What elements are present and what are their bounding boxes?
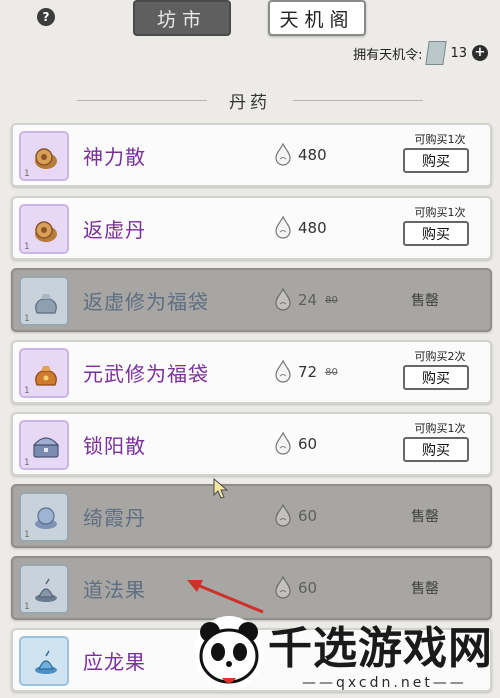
fruit-icon — [19, 636, 69, 686]
token-count: 13 — [450, 45, 467, 61]
shop-item: 1 绮霞丹 60 售罄 — [11, 484, 492, 548]
tab-tianji-pavilion[interactable]: 天机阁 — [268, 0, 366, 36]
item-name: 道法果 — [83, 577, 146, 602]
item-price: 480 — [274, 198, 327, 258]
item-price: 480 — [274, 125, 327, 185]
shop-item: 1 锁阳散 60 可购买1次 购买 — [11, 412, 492, 476]
item-name: 锁阳散 — [83, 433, 146, 458]
spirit-stone-icon — [275, 432, 291, 455]
shop-item: 1 神力散 480 可购买1次 购买 — [11, 123, 492, 187]
spirit-stone-icon — [275, 143, 291, 166]
item-price: 60 — [274, 486, 317, 546]
section-header: 丹药 — [0, 86, 500, 114]
purchase-limit: 可购买2次 — [414, 350, 466, 363]
snail-icon: 1 — [19, 204, 69, 254]
buy-button[interactable]: 购买 — [403, 437, 469, 462]
token-label: 拥有天机令: — [353, 47, 423, 63]
watermark-text: 千选游戏网 — [268, 623, 493, 674]
pill-icon: 1 — [19, 492, 69, 542]
spirit-stone-icon — [275, 504, 291, 527]
sold-out-label: 售罄 — [411, 509, 439, 525]
watermark-url: ——qxcdn.net—— — [302, 675, 467, 691]
help-icon[interactable]: ? — [37, 8, 55, 26]
item-price: 24 80 — [274, 270, 338, 330]
section-title: 丹药 — [229, 92, 271, 113]
purchase-limit: 可购买1次 — [414, 133, 466, 146]
original-price: 80 — [325, 366, 338, 378]
item-name: 应龙果 — [83, 649, 146, 674]
buy-button[interactable]: 购买 — [403, 221, 469, 246]
item-name: 返虚修为福袋 — [83, 289, 209, 314]
item-name: 绮霞丹 — [83, 505, 146, 530]
shop-item: 1 返虚修为福袋 24 80 售罄 — [11, 268, 492, 332]
spirit-stone-icon — [275, 360, 291, 383]
divider — [77, 99, 207, 101]
item-name: 返虚丹 — [83, 217, 146, 242]
pouch-icon: 1 — [19, 276, 69, 326]
snail-icon: 1 — [19, 131, 69, 181]
item-price: 60 — [274, 558, 317, 618]
tab-market[interactable]: 坊市 — [133, 0, 231, 36]
item-price: 60 — [274, 414, 317, 474]
chest-icon: 1 — [19, 420, 69, 470]
add-token-button[interactable]: + — [472, 45, 488, 61]
token-balance: 拥有天机令: 13 + — [353, 41, 488, 65]
shop-item: 1 返虚丹 480 可购买1次 购买 — [11, 196, 492, 260]
shop-screen: ? 坊市 天机阁 拥有天机令: 13 + 丹药 1 神力散 480 可购买1次 … — [0, 0, 500, 698]
item-price: 72 80 — [274, 342, 338, 402]
spirit-stone-icon — [275, 216, 291, 239]
buy-button[interactable]: 购买 — [403, 365, 469, 390]
buy-button[interactable]: 购买 — [403, 148, 469, 173]
divider — [293, 99, 423, 101]
purchase-limit: 可购买1次 — [414, 206, 466, 219]
token-icon — [425, 41, 448, 65]
spirit-stone-icon — [275, 576, 291, 599]
spirit-stone-icon — [275, 288, 291, 311]
shop-item: 1 元武修为福袋 72 80 可购买2次 购买 — [11, 340, 492, 404]
red-arrow-annotation — [187, 580, 264, 614]
fruit-icon: 1 — [19, 564, 69, 614]
item-name: 神力散 — [83, 144, 146, 169]
panda-logo — [194, 616, 264, 690]
item-name: 元武修为福袋 — [83, 361, 209, 386]
sold-out-label: 售罄 — [411, 293, 439, 309]
cursor-icon — [213, 478, 229, 499]
purchase-limit: 可购买1次 — [414, 422, 466, 435]
original-price: 80 — [325, 294, 338, 306]
sold-out-label: 售罄 — [411, 581, 439, 597]
pouch-icon: 1 — [19, 348, 69, 398]
